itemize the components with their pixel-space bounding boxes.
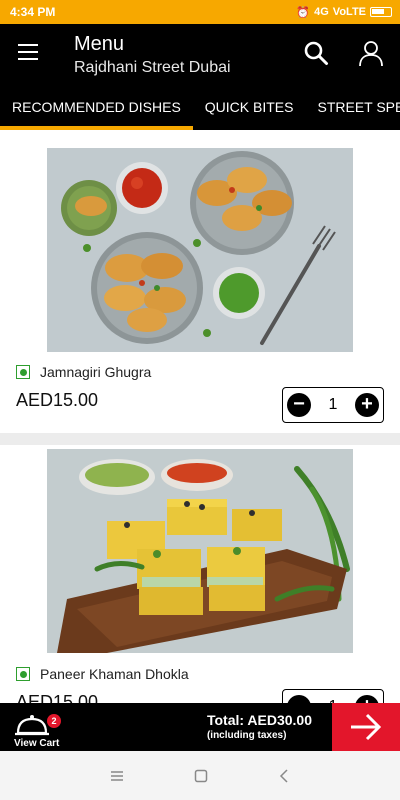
status-indicators: ⏰ 4G VoLTE <box>296 6 392 19</box>
dish-list[interactable]: Jamnagiri Ghugra AED15.00 − 1 + Paneer K… <box>0 130 400 703</box>
decrement-button[interactable]: − <box>287 393 311 417</box>
quantity-stepper: − 1 + <box>282 387 384 423</box>
system-nav-bar <box>0 751 400 800</box>
battery-icon <box>370 7 392 17</box>
cart-total-block: Total: AED30.00 (including taxes) <box>207 712 312 741</box>
item-title-row: Paneer Khaman Dhokla <box>16 666 189 682</box>
increment-button[interactable]: + <box>355 393 379 417</box>
list-item: Jamnagiri Ghugra AED15.00 − 1 + <box>0 130 400 433</box>
category-tabs: RECOMMENDED DISHES QUICK BITES STREET SP… <box>0 88 400 130</box>
header-title-block: Menu Rajdhani Street Dubai <box>74 33 231 77</box>
cart-total: Total: AED30.00 <box>206 712 312 728</box>
home-icon[interactable] <box>194 769 208 783</box>
decrement-button[interactable]: − <box>287 695 311 703</box>
search-icon[interactable] <box>303 40 329 66</box>
status-bar: 4:34 PM ⏰ 4G VoLTE <box>0 0 400 24</box>
quantity-value: 1 <box>328 396 338 413</box>
veg-icon <box>16 667 30 681</box>
arrow-right-icon <box>351 713 382 741</box>
status-time: 4:34 PM <box>10 5 56 19</box>
veg-icon <box>16 365 30 379</box>
account-icon[interactable] <box>357 39 385 67</box>
dish-photo-dhokla <box>47 449 353 653</box>
recents-icon[interactable] <box>110 770 124 782</box>
back-icon[interactable] <box>278 768 290 783</box>
app-header: Menu Rajdhani Street Dubai <box>0 24 400 88</box>
tab-quick-bites[interactable]: QUICK BITES <box>193 88 306 130</box>
increment-button[interactable]: + <box>355 695 379 703</box>
tax-note: (including taxes) <box>206 730 287 741</box>
item-title-row: Jamnagiri Ghugra <box>16 364 151 380</box>
item-name[interactable]: Paneer Khaman Dhokla <box>40 666 189 682</box>
page-title: Menu <box>74 33 125 55</box>
item-price: AED15.00 <box>16 692 99 703</box>
alarm-icon: ⏰ <box>296 6 311 19</box>
view-cart-label[interactable]: View Cart <box>14 738 59 749</box>
list-item: Paneer Khaman Dhokla AED15.00 − 1 + <box>0 445 400 703</box>
app-screen: 4:34 PM ⏰ 4G VoLTE Menu Rajdhani Street … <box>0 0 400 800</box>
restaurant-name: Rajdhani Street Dubai <box>74 59 231 76</box>
item-name[interactable]: Jamnagiri Ghugra <box>40 364 151 380</box>
menu-icon[interactable] <box>18 44 38 60</box>
dish-photo-ghugra <box>47 148 353 352</box>
checkout-button[interactable] <box>332 703 400 751</box>
cart-bar: 2 View Cart Total: AED30.00 (including t… <box>0 703 400 751</box>
volte-label: VoLTE <box>332 6 366 18</box>
item-price: AED15.00 <box>16 390 99 410</box>
tab-street-specials[interactable]: STREET SPECIA <box>305 88 400 130</box>
tab-recommended-dishes[interactable]: RECOMMENDED DISHES <box>0 88 193 130</box>
cart-count-badge: 2 <box>47 714 61 728</box>
quantity-stepper: − 1 + <box>282 689 384 703</box>
network-label: 4G <box>314 6 329 18</box>
